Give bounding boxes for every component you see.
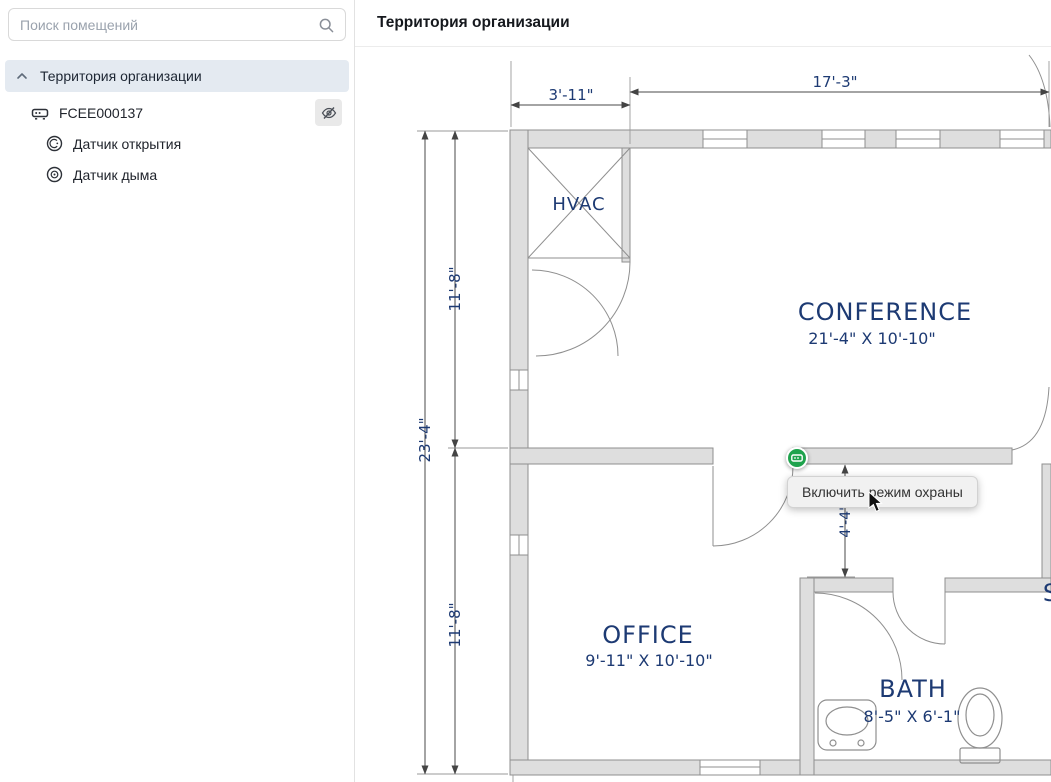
tree-item-device[interactable]: FCEE000137	[0, 97, 354, 128]
security-device-marker[interactable]	[786, 447, 808, 469]
room-size-conference: 21'-4" X 10'-10"	[808, 329, 935, 348]
room-label-office: OFFICE	[602, 621, 694, 649]
opening-sensor-icon	[46, 135, 63, 152]
mouse-cursor-icon	[868, 492, 888, 514]
room-label-bath: BATH	[879, 675, 947, 703]
location-tree: Территория организации FCEE000137	[0, 60, 354, 190]
tree-item-smoke-sensor[interactable]: Датчик дыма	[0, 159, 354, 190]
chevron-up-icon[interactable]	[16, 70, 28, 82]
app-window: Территория организации FCEE000137	[0, 0, 1051, 782]
search-icon	[318, 17, 335, 34]
room-size-bath: 8'-5" X 6'-1"	[864, 707, 961, 726]
room-label-hvac: HVAC	[552, 194, 605, 215]
tree-root-territory[interactable]: Территория организации	[5, 60, 349, 92]
search-input[interactable]	[8, 8, 346, 41]
room-hvac: HVAC	[528, 148, 630, 262]
opening-sensor-label: Датчик открытия	[73, 136, 181, 152]
device-hub-icon	[31, 104, 49, 122]
room-label-conference: CONFERENCE	[798, 298, 972, 326]
main-panel: Территория организации	[355, 0, 1051, 782]
room-size-office: 9'-11" X 10'-10"	[585, 651, 712, 670]
tree-item-opening-sensor[interactable]: Датчик открытия	[0, 128, 354, 159]
main-header: Территория организации	[355, 0, 1051, 47]
smoke-sensor-icon	[46, 166, 63, 183]
device-label: FCEE000137	[59, 105, 143, 121]
page-title: Территория организации	[377, 14, 570, 32]
tree-root-label: Территория организации	[40, 68, 202, 84]
floor-plan-canvas[interactable]: HVAC	[355, 47, 1051, 782]
sidebar: Территория организации FCEE000137	[0, 0, 355, 782]
search-box	[8, 8, 346, 41]
dim-23-4: 23'-4"	[416, 417, 434, 462]
dim-4-4: 4'-4"	[838, 504, 854, 537]
dim-11-8-upper: 11'-8"	[446, 266, 464, 311]
eye-off-icon	[321, 105, 337, 121]
walls	[510, 130, 1051, 775]
dim-17-3: 17'-3"	[812, 73, 857, 91]
device-marker-icon	[791, 452, 803, 464]
dim-3-11: 3'-11"	[548, 86, 593, 104]
room-label-partial: S	[1043, 579, 1051, 607]
dim-11-8-lower: 11'-8"	[446, 602, 464, 647]
floor-plan-svg: HVAC	[355, 47, 1051, 782]
hide-on-map-button[interactable]	[315, 99, 342, 126]
room-labels: CONFERENCE 21'-4" X 10'-10" OFFICE 9'-11…	[585, 298, 1051, 726]
smoke-sensor-label: Датчик дыма	[73, 167, 157, 183]
